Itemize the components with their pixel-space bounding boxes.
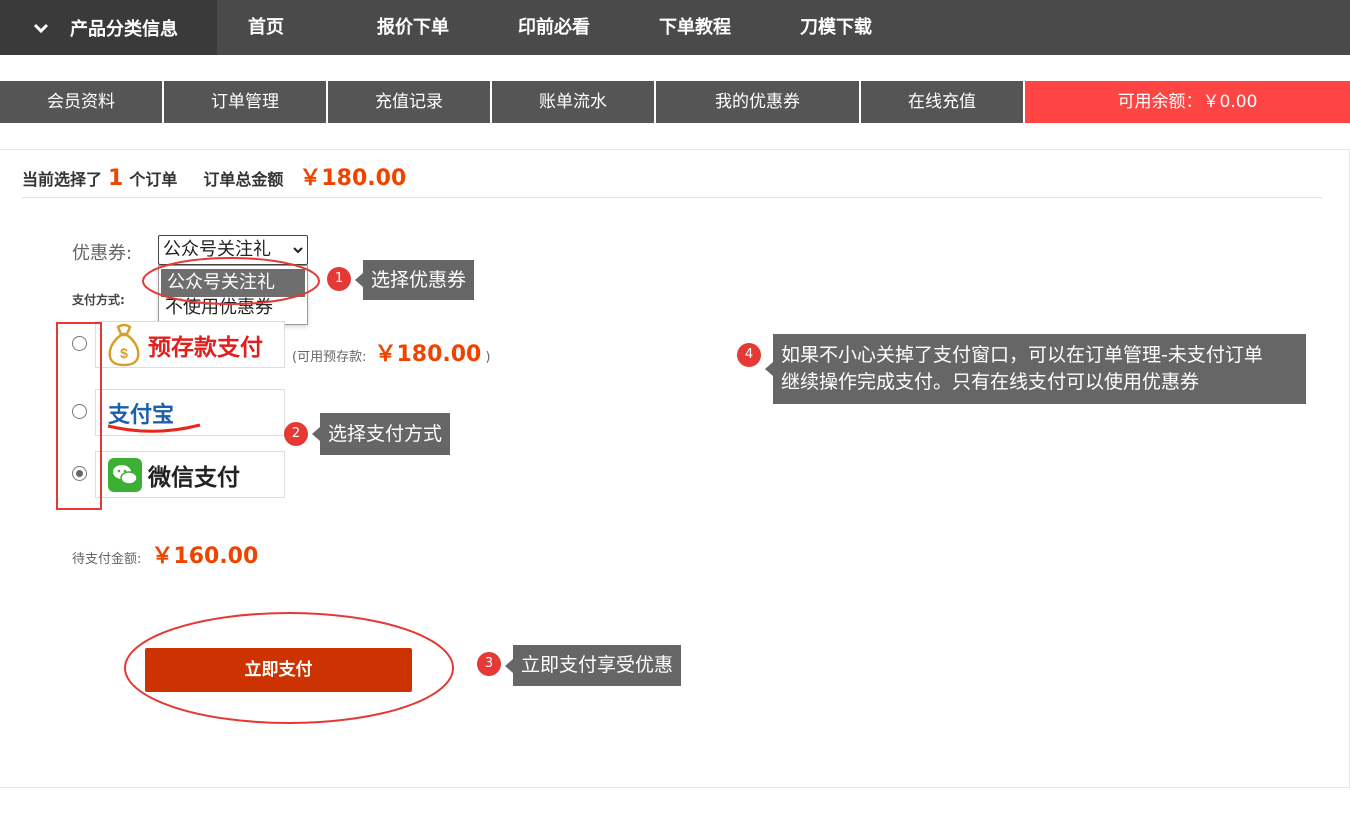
wechat-icon — [108, 457, 142, 492]
annotation-badge-1: 1 — [327, 267, 351, 291]
order-summary: 当前选择了 1 个订单 订单总金额 ￥180.00 — [22, 160, 406, 192]
payment-method-label: 支付方式: — [72, 293, 125, 307]
nav-tutorial[interactable]: 下单教程 — [659, 0, 731, 55]
tab-billing-flow[interactable]: 账单流水 — [492, 81, 656, 123]
avail-amount: ￥180.00 — [374, 342, 482, 367]
nav-prepress[interactable]: 印前必看 — [518, 0, 590, 55]
option-prepaid-deposit[interactable]: $ 预存款支付 — [95, 321, 285, 368]
order-count: 1 — [108, 166, 124, 191]
money-bag-icon: $ — [108, 323, 140, 366]
tab-my-coupons[interactable]: 我的优惠券 — [656, 81, 861, 123]
highlight-ellipse — [142, 257, 320, 305]
nav-die-download[interactable]: 刀模下载 — [800, 0, 872, 55]
member-tabs: 会员资料 订单管理 充值记录 账单流水 我的优惠券 在线充值 可用余额：￥0.0… — [0, 81, 1350, 123]
tab-member-profile[interactable]: 会员资料 — [0, 81, 164, 123]
pay-now-button[interactable]: 立即支付 — [145, 648, 412, 692]
annotation-tip-4: 如果不小心关掉了支付窗口，可以在订单管理-未支付订单 继续操作完成支付。只有在线… — [765, 334, 1306, 404]
nav-quote-order[interactable]: 报价下单 — [377, 0, 449, 55]
summary-suffix: 个订单 — [129, 170, 178, 189]
top-navbar: 产品分类信息 首页 报价下单 印前必看 下单教程 刀模下载 — [0, 0, 1350, 55]
avail-label: (可用预存款: — [292, 350, 367, 365]
nav-home[interactable]: 首页 — [248, 0, 284, 55]
chevron-down-icon — [293, 247, 303, 254]
available-balance: 可用余额：￥0.00 — [1025, 81, 1350, 123]
tab-recharge-records[interactable]: 充值记录 — [328, 81, 492, 123]
tab-order-management[interactable]: 订单管理 — [164, 81, 328, 123]
annotation-tip-3: 立即支付享受优惠 — [504, 645, 682, 686]
available-deposit: (可用预存款: ￥180.00 ) — [292, 336, 490, 368]
annotation-tip-4-line2: 继续操作完成支付。只有在线支付可以使用优惠券 — [781, 371, 1200, 393]
due-label: 待支付金额: — [72, 552, 142, 567]
annotation-tip-2: 选择支付方式 — [311, 413, 451, 455]
prepaid-logo-text: 预存款支付 — [148, 334, 263, 361]
avail-close: ) — [485, 350, 491, 365]
annotation-badge-4: 4 — [737, 343, 761, 367]
coupon-label: 优惠券: — [72, 243, 133, 264]
summary-prefix: 当前选择了 — [22, 170, 103, 189]
amount-due: 待支付金额: ￥160.00 — [72, 538, 258, 570]
svg-text:$: $ — [120, 345, 128, 361]
highlight-rect — [56, 322, 102, 510]
option-alipay[interactable]: 支付宝 — [95, 389, 285, 436]
product-category-menu[interactable]: 产品分类信息 — [0, 0, 217, 55]
annotation-tip-4-line1: 如果不小心关掉了支付窗口，可以在订单管理-未支付订单 — [781, 344, 1263, 366]
due-amount: ￥160.00 — [151, 544, 259, 569]
annotation-tip-1: 选择优惠券 — [354, 260, 475, 300]
tab-online-recharge[interactable]: 在线充值 — [861, 81, 1025, 123]
alipay-logo: 支付宝 — [107, 397, 201, 433]
wechat-logo-text: 微信支付 — [148, 464, 240, 491]
annotation-badge-2: 2 — [284, 422, 308, 446]
option-wechat-pay[interactable]: 微信支付 — [95, 451, 285, 498]
chevron-down-icon — [33, 23, 49, 33]
order-total: ￥180.00 — [299, 166, 407, 191]
divider — [22, 197, 1322, 198]
category-label: 产品分类信息 — [70, 18, 178, 40]
annotation-badge-3: 3 — [477, 652, 501, 676]
total-label: 订单总金额 — [203, 170, 284, 189]
alipay-swoosh — [107, 423, 201, 433]
